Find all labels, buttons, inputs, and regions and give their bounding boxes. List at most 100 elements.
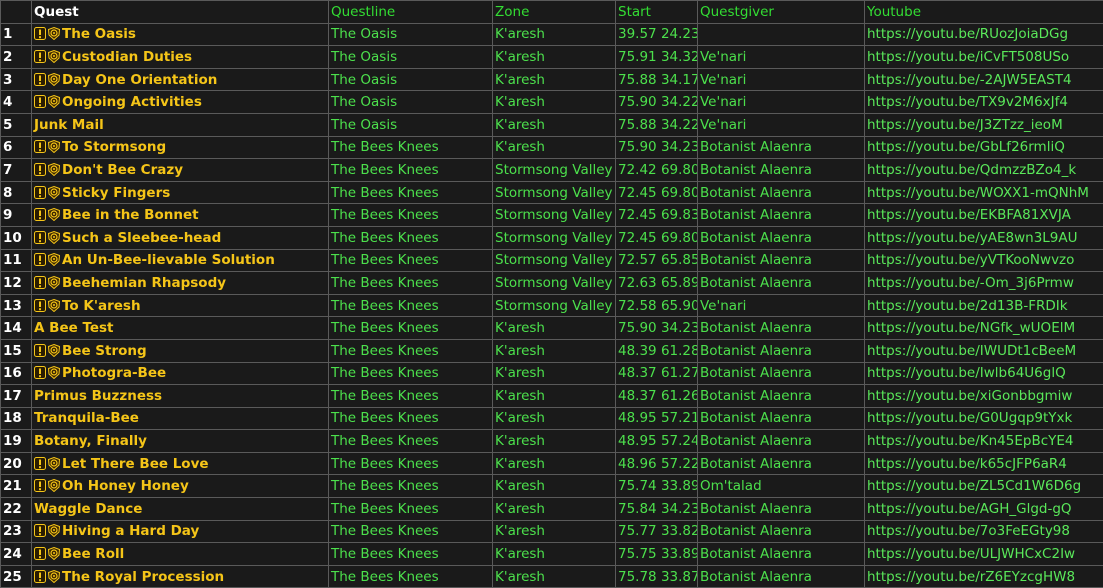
- quest-cell[interactable]: Sticky Fingers: [31, 180, 329, 205]
- quest-name[interactable]: Custodian Duties: [62, 49, 192, 65]
- quest-cell[interactable]: An Un-Bee-lievable Solution: [31, 248, 329, 273]
- table-row[interactable]: 3 Day One Orientation The Oasis K'aresh 75.8…: [0, 67, 1103, 92]
- quest-cell[interactable]: Custodian Duties: [31, 45, 329, 69]
- table-row[interactable]: 14 A Bee Test The Bees Knees K'aresh 75.90 3…: [0, 316, 1103, 340]
- quest-name[interactable]: Beehemian Rhapsody: [62, 275, 226, 291]
- table-row[interactable]: 9 Bee in the Bonnet The Bees Knees Stormson…: [0, 203, 1103, 227]
- table-row[interactable]: 24 Bee Roll The Bees Knees K'aresh 75.75 33.…: [0, 542, 1103, 566]
- youtube-link[interactable]: https://youtu.be/k65cJFP6aR4: [864, 451, 1103, 476]
- youtube-link[interactable]: https://youtu.be/xiGonbbgmiw: [864, 384, 1103, 408]
- table-row[interactable]: 23 Hiving a Hard Day The Bees Knees K'aresh…: [0, 519, 1103, 544]
- header-questgiver[interactable]: Questgiver: [697, 0, 865, 24]
- youtube-link[interactable]: https://youtu.be/Kn45EpBcYE4: [864, 429, 1103, 453]
- quest-cell[interactable]: Bee Strong: [31, 338, 329, 363]
- table-row[interactable]: 25 The Royal Procession The Bees Knees K'ar…: [0, 564, 1103, 588]
- quest-name[interactable]: Ongoing Activities: [62, 94, 202, 110]
- quest-name[interactable]: Oh Honey Honey: [62, 478, 189, 494]
- youtube-link[interactable]: https://youtu.be/WOXX1-mQNhM: [864, 180, 1103, 205]
- quest-cell[interactable]: Bee Roll: [31, 542, 329, 566]
- quest-cell[interactable]: Day One Orientation: [31, 67, 329, 92]
- header-zone[interactable]: Zone: [492, 0, 616, 24]
- quest-cell[interactable]: To K'aresh: [31, 293, 329, 318]
- quest-cell[interactable]: The Royal Procession: [31, 564, 329, 588]
- youtube-link[interactable]: https://youtu.be/iCvFT508USo: [864, 45, 1103, 69]
- table-row[interactable]: 22 Waggle Dance The Bees Knees K'aresh 75.84…: [0, 497, 1103, 521]
- table-row[interactable]: 19 Botany, Finally The Bees Knees K'aresh 48…: [0, 429, 1103, 453]
- quest-name[interactable]: Bee Roll: [62, 546, 124, 562]
- quest-name[interactable]: Don't Bee Crazy: [62, 162, 183, 178]
- quest-name[interactable]: Bee in the Bonnet: [62, 207, 199, 223]
- table-row[interactable]: 8 Sticky Fingers The Bees Knees Stormsong V…: [0, 180, 1103, 205]
- table-row[interactable]: 15 Bee Strong The Bees Knees K'aresh 48.39 6…: [0, 338, 1103, 363]
- table-row[interactable]: 21 Oh Honey Honey The Bees Knees K'aresh 75.…: [0, 474, 1103, 499]
- youtube-link[interactable]: https://youtu.be/yVTKooNwvzo: [864, 248, 1103, 273]
- quest-cell[interactable]: Don't Bee Crazy: [31, 158, 329, 182]
- youtube-link[interactable]: https://youtu.be/-Om_3j6Prmw: [864, 271, 1103, 295]
- table-row[interactable]: 13 To K'aresh The Bees Knees Stormsong Vall…: [0, 293, 1103, 318]
- youtube-link[interactable]: https://youtu.be/2d13B-FRDIk: [864, 293, 1103, 318]
- quest-cell[interactable]: Such a Sleebee-head: [31, 225, 329, 250]
- table-row[interactable]: 16 Photogra-Bee The Bees Knees K'aresh 48.37…: [0, 361, 1103, 386]
- table-row[interactable]: 10 Such a Sleebee-head The Bees Knees Storm…: [0, 225, 1103, 250]
- quest-name[interactable]: Sticky Fingers: [62, 185, 170, 201]
- youtube-link[interactable]: https://youtu.be/NGfk_wUOElM: [864, 316, 1103, 340]
- youtube-link[interactable]: https://youtu.be/IWUDt1cBeeM: [864, 338, 1103, 363]
- quest-cell[interactable]: Botany, Finally: [31, 429, 329, 453]
- quest-name[interactable]: The Royal Procession: [62, 569, 224, 585]
- youtube-link[interactable]: https://youtu.be/Iwlb64U6glQ: [864, 361, 1103, 386]
- quest-cell[interactable]: Photogra-Bee: [31, 361, 329, 386]
- table-row[interactable]: 6 To Stormsong The Bees Knees K'aresh 75.90 …: [0, 135, 1103, 160]
- quest-name[interactable]: Photogra-Bee: [62, 365, 166, 381]
- quest-cell[interactable]: A Bee Test: [31, 316, 329, 340]
- youtube-link[interactable]: https://youtu.be/QdmzzBZo4_k: [864, 158, 1103, 182]
- quest-cell[interactable]: The Oasis: [31, 22, 329, 47]
- quest-cell[interactable]: Ongoing Activities: [31, 90, 329, 114]
- table-row[interactable]: 2 Custodian Duties The Oasis K'aresh 75.91 3…: [0, 45, 1103, 69]
- quest-cell[interactable]: Beehemian Rhapsody: [31, 271, 329, 295]
- table-row[interactable]: 7 Don't Bee Crazy The Bees Knees Stormsong …: [0, 158, 1103, 182]
- quest-cell[interactable]: Junk Mail: [31, 112, 329, 137]
- quest-cell[interactable]: Waggle Dance: [31, 497, 329, 521]
- quest-name[interactable]: Hiving a Hard Day: [62, 523, 199, 539]
- table-row[interactable]: 1 The Oasis The Oasis K'aresh 39.57 24.23 htt…: [0, 22, 1103, 47]
- quest-cell[interactable]: Hiving a Hard Day: [31, 519, 329, 544]
- youtube-link[interactable]: https://youtu.be/TX9v2M6xJf4: [864, 90, 1103, 114]
- quest-cell[interactable]: Let There Bee Love: [31, 451, 329, 476]
- youtube-link[interactable]: https://youtu.be/7o3FeEGty98: [864, 519, 1103, 544]
- quest-cell[interactable]: Bee in the Bonnet: [31, 203, 329, 227]
- quest-name[interactable]: A Bee Test: [34, 320, 114, 336]
- youtube-link[interactable]: https://youtu.be/yAE8wn3L9AU: [864, 225, 1103, 250]
- table-row[interactable]: 18 Tranquila-Bee The Bees Knees K'aresh 48.9…: [0, 406, 1103, 431]
- youtube-link[interactable]: https://youtu.be/rZ6EYzcgHW8: [864, 564, 1103, 588]
- youtube-link[interactable]: https://youtu.be/RUozJoiaDGg: [864, 22, 1103, 47]
- quest-cell[interactable]: Tranquila-Bee: [31, 406, 329, 431]
- youtube-link[interactable]: https://youtu.be/J3ZTzz_ieoM: [864, 112, 1103, 137]
- table-row[interactable]: 4 Ongoing Activities The Oasis K'aresh 75.90…: [0, 90, 1103, 114]
- quest-name[interactable]: Let There Bee Love: [62, 456, 209, 472]
- header-start[interactable]: Start: [615, 0, 698, 24]
- youtube-link[interactable]: https://youtu.be/EKBFA81XVJA: [864, 203, 1103, 227]
- quest-name[interactable]: Such a Sleebee-head: [62, 230, 221, 246]
- table-row[interactable]: 12 Beehemian Rhapsody The Bees Knees Storms…: [0, 271, 1103, 295]
- youtube-link[interactable]: https://youtu.be/G0Ugqp9tYxk: [864, 406, 1103, 431]
- quest-cell[interactable]: Oh Honey Honey: [31, 474, 329, 499]
- quest-name[interactable]: Primus Buzzness: [34, 388, 162, 404]
- quest-name[interactable]: Day One Orientation: [62, 72, 217, 88]
- quest-name[interactable]: Botany, Finally: [34, 433, 147, 449]
- header-questline[interactable]: Questline: [328, 0, 493, 24]
- youtube-link[interactable]: https://youtu.be/ZL5Cd1W6D6g: [864, 474, 1103, 499]
- header-youtube[interactable]: Youtube: [864, 0, 1103, 24]
- quest-name[interactable]: An Un-Bee-lievable Solution: [62, 252, 275, 268]
- header-quest[interactable]: Quest: [31, 0, 329, 24]
- youtube-link[interactable]: https://youtu.be/-2AJW5EAST4: [864, 67, 1103, 92]
- quest-name[interactable]: Bee Strong: [62, 343, 147, 359]
- quest-name[interactable]: To Stormsong: [62, 139, 166, 155]
- quest-cell[interactable]: Primus Buzzness: [31, 384, 329, 408]
- youtube-link[interactable]: https://youtu.be/ULJWHCxC2Iw: [864, 542, 1103, 566]
- quest-name[interactable]: The Oasis: [62, 26, 136, 42]
- youtube-link[interactable]: https://youtu.be/GbLf26rmliQ: [864, 135, 1103, 160]
- quest-name[interactable]: To K'aresh: [62, 298, 141, 314]
- quest-cell[interactable]: To Stormsong: [31, 135, 329, 160]
- quest-name[interactable]: Junk Mail: [34, 117, 104, 133]
- quest-name[interactable]: Tranquila-Bee: [34, 410, 139, 426]
